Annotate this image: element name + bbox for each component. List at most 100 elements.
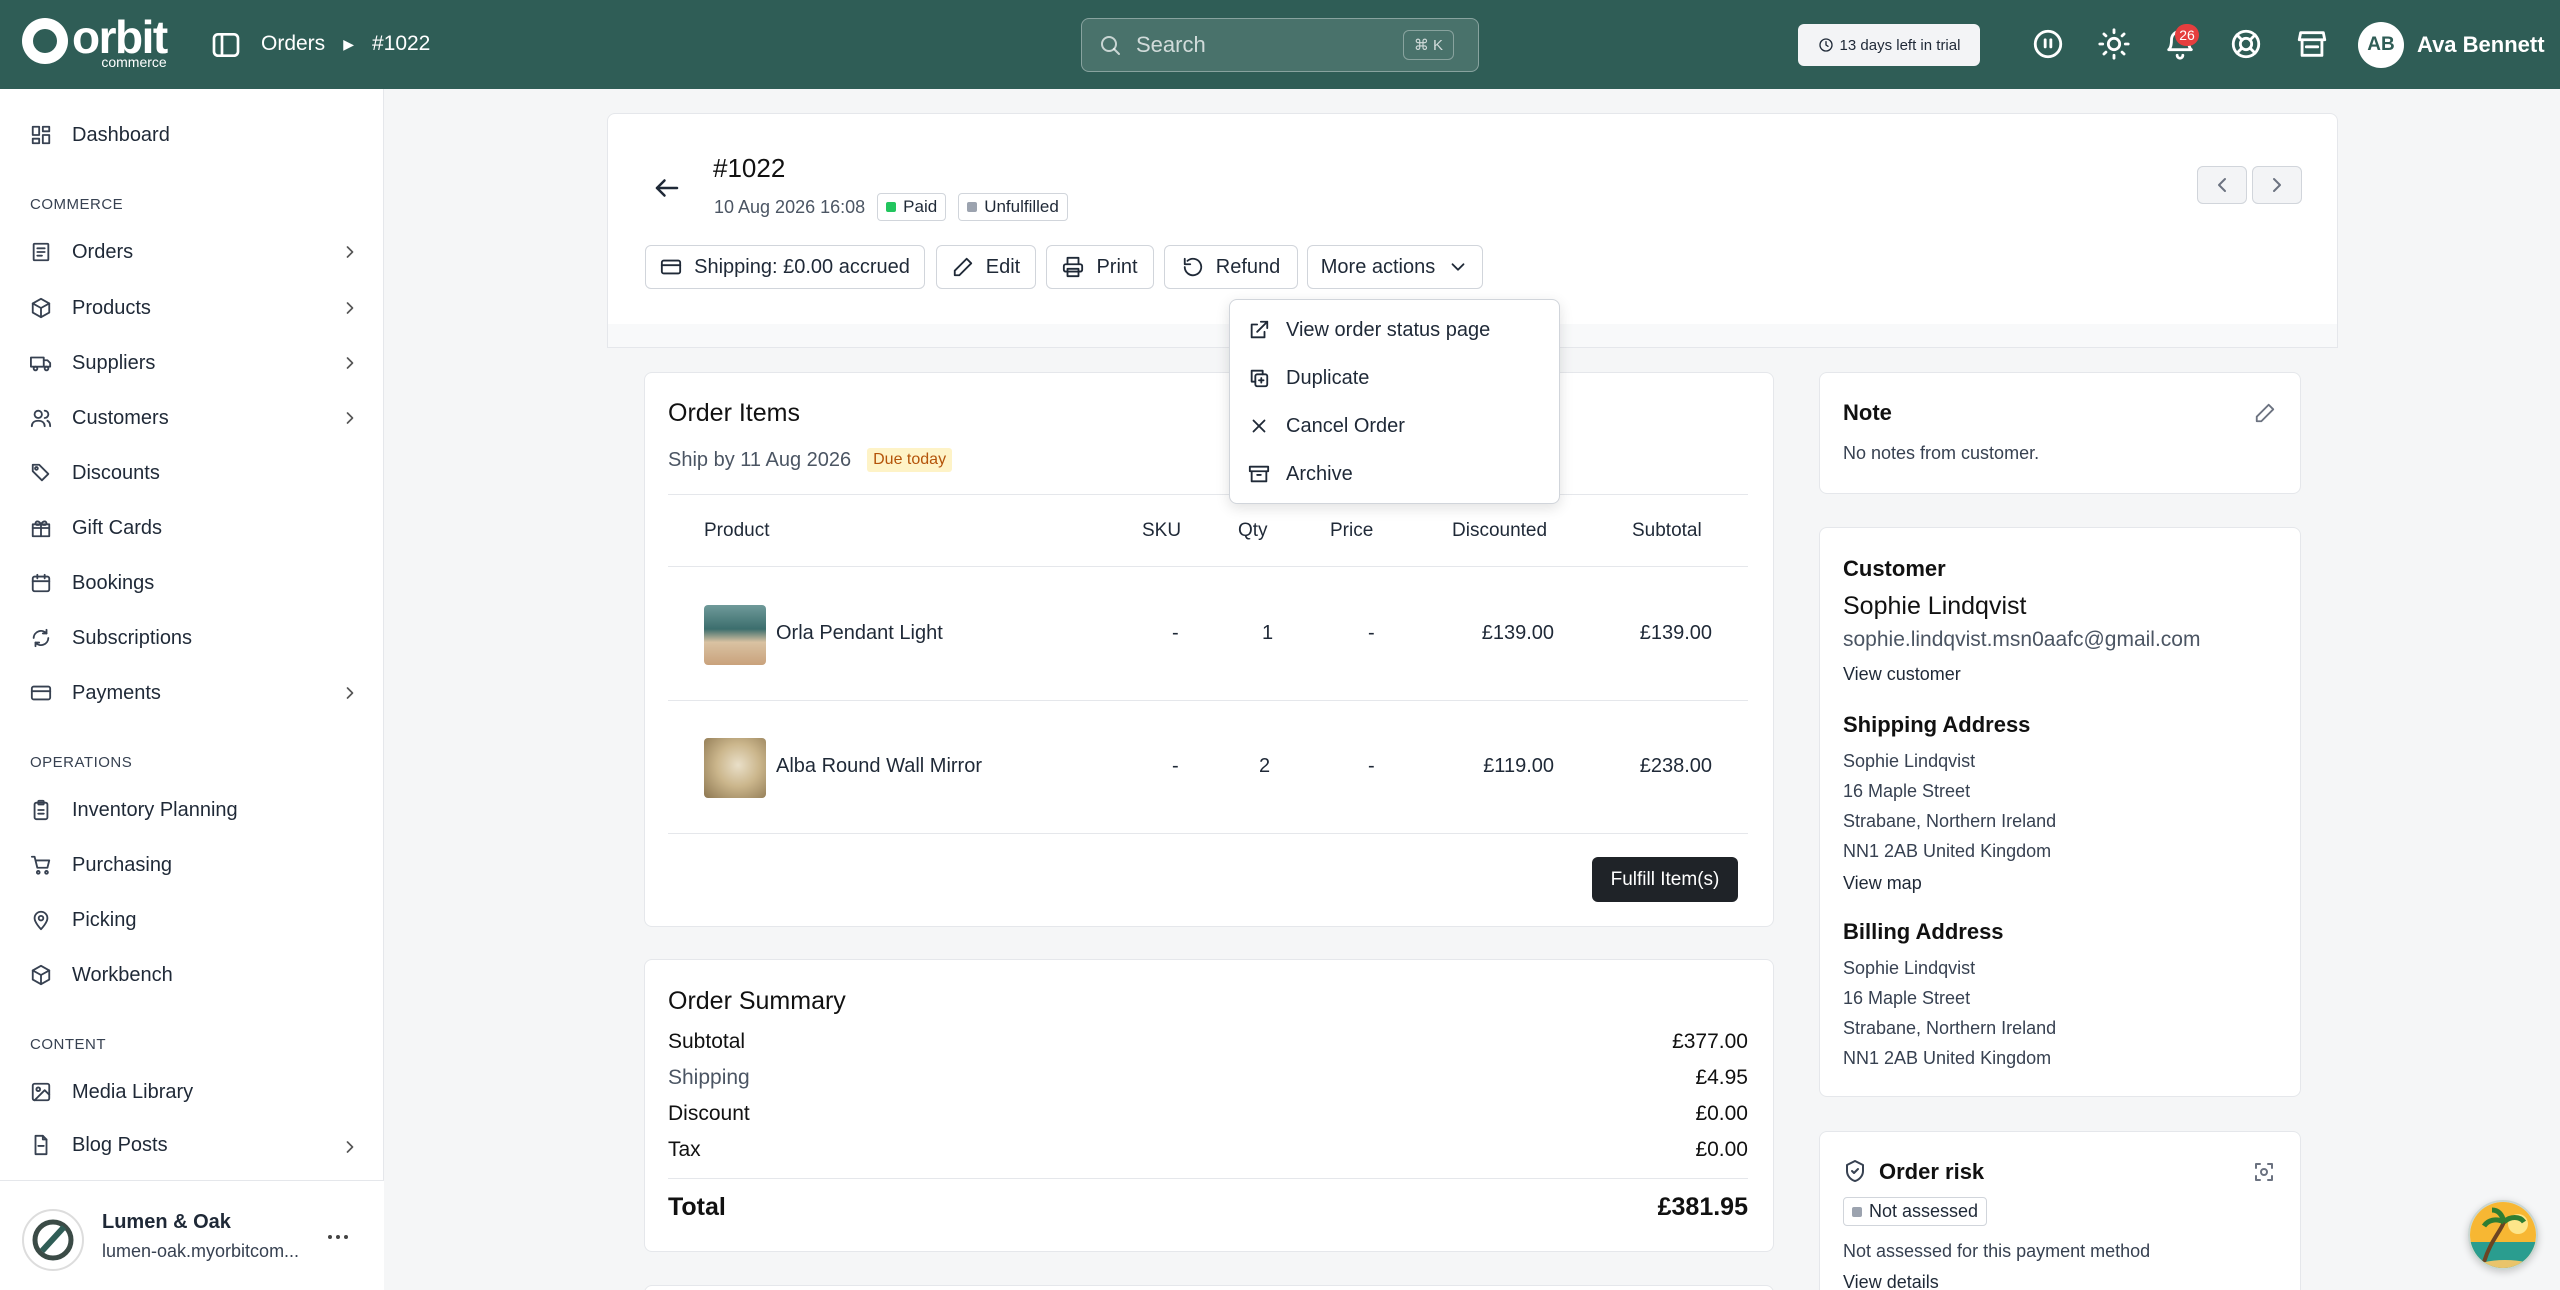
sidebar-item-label: Customers <box>72 406 169 429</box>
user-name[interactable]: Ava Bennett <box>2417 32 2545 58</box>
support-icon[interactable] <box>2031 27 2065 61</box>
breadcrumb-orders[interactable]: Orders <box>261 32 325 56</box>
sidebar-item-purchasing[interactable]: Purchasing <box>30 845 360 885</box>
fulfill-items-button[interactable]: Fulfill Item(s) <box>1592 857 1738 902</box>
product-name[interactable]: Orla Pendant Light <box>776 622 943 645</box>
shipping-address-line: Sophie Lindqvist <box>1843 751 1976 771</box>
billing-address-line: NN1 2AB United Kingdom <box>1843 1048 2052 1068</box>
scan-icon[interactable] <box>2252 1160 2276 1184</box>
sidebar-toggle-icon[interactable] <box>210 29 242 61</box>
customer-title: Customer <box>1843 556 1946 581</box>
order-items-title: Order Items <box>668 399 800 427</box>
billing-address-title: Billing Address <box>1843 919 2004 944</box>
sidebar-item-customers[interactable]: Customers <box>30 398 360 438</box>
truck-icon <box>30 352 52 374</box>
ship-by-text: Ship by 11 Aug 2026 <box>668 448 852 471</box>
qty-value: 2 <box>1259 755 1271 777</box>
credit-card-icon <box>30 682 52 704</box>
order-summary-title: Order Summary <box>668 987 846 1015</box>
back-arrow-icon[interactable] <box>652 173 682 203</box>
trial-text: 13 days left in trial <box>1839 36 1961 54</box>
sidebar-item-label: Blog Posts <box>72 1133 168 1156</box>
trial-badge[interactable]: 13 days left in trial <box>1798 24 1980 66</box>
previous-order-button[interactable] <box>2197 166 2247 204</box>
column-header-subtotal: Subtotal <box>1632 520 1702 541</box>
section-heading-commerce: COMMERCE <box>30 196 124 213</box>
column-header-sku: SKU <box>1142 520 1182 541</box>
refund-button[interactable]: Refund <box>1164 245 1298 289</box>
sidebar-item-dashboard[interactable]: Dashboard <box>30 115 360 155</box>
sidebar-item-subscriptions[interactable]: Subscriptions <box>30 618 360 658</box>
fulfillment-status-badge: Unfulfilled <box>958 193 1068 221</box>
menu-item-duplicate[interactable]: Duplicate <box>1248 358 1369 398</box>
orbit-logo[interactable]: orbit commerce <box>22 14 168 69</box>
edit-button[interactable]: Edit <box>936 245 1036 289</box>
not-assessed-badge: Not assessed <box>1843 1197 1988 1226</box>
print-button[interactable]: Print <box>1046 245 1154 289</box>
theme-sun-icon[interactable] <box>2097 27 2131 61</box>
more-actions-menu: View order status page Duplicate Cancel … <box>1229 299 1560 504</box>
sidebar-item-label: Media Library <box>72 1080 194 1103</box>
box-icon <box>30 297 52 319</box>
sidebar: Dashboard COMMERCE Orders Products Suppl… <box>0 89 384 1290</box>
search-box[interactable]: ⌘ K <box>1081 18 1479 72</box>
risk-details-link[interactable]: View details <box>1843 1272 1939 1290</box>
search-input[interactable] <box>1136 32 1406 58</box>
shield-icon <box>1846 1160 1864 1182</box>
column-header-qty: Qty <box>1238 520 1268 541</box>
view-customer-link[interactable]: View customer <box>1843 664 1961 685</box>
sidebar-item-orders[interactable]: Orders <box>30 232 360 272</box>
view-map-link[interactable]: View map <box>1843 873 1922 894</box>
user-avatar[interactable]: AB <box>2358 22 2404 68</box>
summary-row: Shipping £4.95 <box>668 1066 1748 1089</box>
store-switcher[interactable]: Lumen & Oak lumen-oak.myorbitcom... <box>0 1180 384 1290</box>
more-actions-button[interactable]: More actions <box>1307 245 1483 289</box>
clipboard-icon <box>30 799 52 821</box>
sidebar-item-gift-cards[interactable]: Gift Cards <box>30 508 360 548</box>
sidebar-item-payments[interactable]: Payments <box>30 673 360 713</box>
gift-card-icon <box>30 517 52 539</box>
sidebar-item-workbench[interactable]: Workbench <box>30 955 360 995</box>
next-order-button[interactable] <box>2252 166 2302 204</box>
order-datetime: 10 Aug 2026 16:08 <box>714 196 866 217</box>
sidebar-item-discounts[interactable]: Discounts <box>30 453 360 493</box>
order-risk-title: Order risk <box>1879 1159 1985 1184</box>
close-icon <box>1252 419 1266 433</box>
customer-name[interactable]: Sophie Lindqvist <box>1843 592 2026 621</box>
sidebar-item-label: Dashboard <box>72 123 170 146</box>
section-heading-operations: OPERATIONS <box>30 754 133 771</box>
breadcrumb-current: #1022 <box>371 32 431 55</box>
ship-by-row: Ship by 11 Aug 2026 Due today <box>668 448 953 472</box>
sidebar-item-blog-posts[interactable]: Blog Posts <box>30 1127 360 1163</box>
sidebar-item-picking[interactable]: Picking <box>30 900 360 940</box>
product-name[interactable]: Alba Round Wall Mirror <box>776 755 982 778</box>
edit-note-icon[interactable] <box>2254 402 2276 424</box>
sidebar-item-label: Gift Cards <box>72 516 163 539</box>
shipping-accrued-button[interactable]: Shipping: £0.00 accrued <box>645 245 925 289</box>
chevron-right-icon <box>2273 178 2281 192</box>
customer-email[interactable]: sophie.lindqvist.msn0aafc@gmail.com <box>1843 628 2200 652</box>
table-row[interactable]: Orla Pendant Light - 1 - £139.00 £139.00 <box>668 568 1748 701</box>
credit-card-icon <box>661 259 682 275</box>
storefront-icon[interactable] <box>2295 27 2329 61</box>
sidebar-item-suppliers[interactable]: Suppliers <box>30 343 360 383</box>
sidebar-item-bookings[interactable]: Bookings <box>30 563 360 603</box>
summary-row: Discount £0.00 <box>668 1102 1748 1125</box>
dashboard-icon <box>30 124 52 146</box>
store-logo-icon <box>22 1209 84 1271</box>
price-value: - <box>1368 622 1375 644</box>
table-row[interactable]: Alba Round Wall Mirror - 2 - £119.00 £23… <box>668 701 1748 834</box>
sidebar-item-products[interactable]: Products <box>30 288 360 328</box>
sidebar-item-media-library[interactable]: Media Library <box>30 1072 360 1112</box>
assistant-avatar-button[interactable] <box>2468 1200 2538 1270</box>
shipping-address-line: Strabane, Northern Ireland <box>1843 811 2057 831</box>
sidebar-item-label: Subscriptions <box>72 626 193 649</box>
menu-item-view-status-page[interactable]: View order status page <box>1248 310 1490 350</box>
help-lifebuoy-icon[interactable] <box>2229 27 2263 61</box>
sidebar-item-inventory-planning[interactable]: Inventory Planning <box>30 790 360 830</box>
more-horizontal-icon[interactable] <box>324 1227 352 1247</box>
menu-item-cancel-order[interactable]: Cancel Order <box>1248 406 1405 446</box>
shipping-address-line: 16 Maple Street <box>1843 781 1971 801</box>
order-meta: 10 Aug 2026 16:08 Paid Unfulfilled <box>714 193 1068 221</box>
menu-item-archive[interactable]: Archive <box>1248 454 1353 494</box>
